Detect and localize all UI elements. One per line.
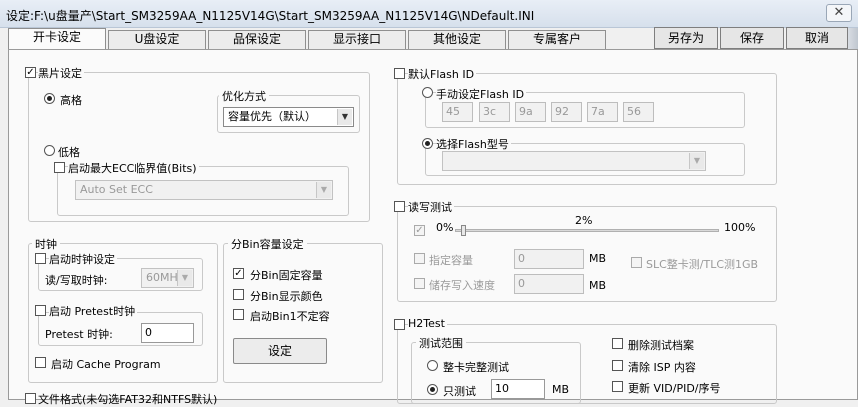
clock-legend: 时钟 — [32, 236, 60, 252]
tab-quality[interactable]: 品保设定 — [208, 30, 306, 49]
partial-test-label: 只测试 — [443, 385, 476, 398]
cache-speed-input[interactable]: 0 — [514, 274, 584, 294]
optimize-legend: 优化方式 — [219, 88, 269, 104]
title-bar: 设定:F:\u盘量产\Start_SM3259AA_N1125V14G\Star… — [0, 0, 858, 28]
file-format-label: 文件格式(未勾选FAT32和NTFS默认) — [38, 393, 218, 406]
rw-test-slider-thumb[interactable] — [461, 225, 466, 236]
clear-isp-label: 清除 ISP 内容 — [628, 361, 696, 374]
progress-current-label: 2% — [575, 214, 593, 227]
pretest-clock-label: Pretest 时钟: — [45, 328, 113, 341]
flash-settings-legend: 黑片设定 — [38, 65, 84, 81]
save-as-button[interactable]: 另存为 — [654, 27, 718, 49]
tab-customer[interactable]: 专属客户 — [508, 30, 606, 49]
bin-color-checkbox[interactable] — [233, 289, 244, 300]
low-format-radio[interactable] — [44, 145, 55, 156]
full-test-label: 整卡完整测试 — [443, 361, 509, 374]
clock-enable-checkbox[interactable] — [35, 253, 46, 264]
capacity-input[interactable]: 0 — [514, 249, 584, 269]
capacity-label: 指定容量 — [429, 254, 473, 267]
flash-id-byte-3[interactable]: 9a — [515, 102, 546, 122]
bin1-checkbox[interactable] — [233, 309, 244, 320]
rw-test-legend: 读写测试 — [408, 199, 454, 215]
ecc-enable-label: 启动最大ECC临界值(Bits) — [68, 160, 199, 176]
vid-pid-label: 更新 VID/PID/序号 — [628, 382, 721, 395]
slc-checkbox[interactable] — [631, 257, 642, 268]
bin-fixed-label: 分Bin固定容量 — [250, 269, 323, 282]
cache-speed-checkbox[interactable] — [414, 278, 425, 289]
select-flash-model-label: 选择Flash型号 — [436, 136, 511, 152]
partial-test-input[interactable]: 10 — [491, 379, 545, 399]
flash-id-byte-6[interactable]: 56 — [623, 102, 654, 122]
progress-max-label: 100% — [724, 221, 756, 234]
tab-udisk[interactable]: U盘设定 — [108, 30, 206, 49]
full-test-radio[interactable] — [427, 360, 438, 371]
clock-enable-label: 启动时钟设定 — [49, 251, 117, 267]
flash-id-byte-2[interactable]: 3c — [479, 102, 510, 122]
close-button[interactable]: ✕ — [826, 4, 852, 22]
partial-test-unit: MB — [552, 383, 570, 396]
tab-other[interactable]: 其他设定 — [408, 30, 506, 49]
low-format-label: 低格 — [58, 146, 80, 159]
capacity-unit: MB — [589, 252, 607, 265]
rw-clock-label: 读/写取时钟: — [45, 274, 108, 287]
h2test-legend: H2Test — [408, 317, 447, 330]
pretest-clock-input[interactable]: 0 — [141, 323, 194, 343]
delete-files-label: 删除测试档案 — [628, 339, 694, 352]
select-flash-model-radio[interactable] — [422, 138, 433, 149]
optimize-value: 容量优先（默认） — [228, 110, 316, 123]
chevron-down-icon: ▼ — [177, 270, 192, 286]
ecc-value: Auto Set ECC — [80, 183, 153, 196]
flash-id-byte-5[interactable]: 7a — [587, 102, 618, 122]
h2test-checkbox[interactable] — [394, 319, 405, 330]
pretest-enable-label: 启动 Pretest时钟 — [49, 303, 138, 319]
bin-legend: 分Bin容量设定 — [228, 236, 307, 252]
clear-isp-checkbox[interactable] — [612, 360, 623, 371]
rw-clock-select[interactable]: 60MHz ▼ — [141, 268, 194, 288]
manual-flash-id-radio[interactable] — [422, 87, 433, 98]
cache-program-checkbox[interactable] — [35, 357, 46, 368]
window-title: 设定:F:\u盘量产\Start_SM3259AA_N1125V14G\Star… — [6, 9, 535, 23]
bin1-label: 启动Bin1不定容 — [250, 310, 330, 323]
save-button[interactable]: 保存 — [720, 27, 784, 49]
delete-files-checkbox[interactable] — [612, 338, 623, 349]
bin-set-button[interactable]: 设定 — [233, 338, 327, 364]
high-format-label: 高格 — [60, 94, 82, 107]
high-format-radio[interactable] — [44, 93, 55, 104]
cache-program-label: 启动 Cache Program — [51, 358, 161, 371]
rw-test-slider-track[interactable] — [455, 225, 719, 236]
bin-color-label: 分Bin显示颜色 — [250, 290, 323, 303]
file-format-checkbox[interactable] — [25, 393, 36, 404]
tab-card-open[interactable]: 开卡设定 — [8, 28, 106, 49]
test-range-legend: 测试范围 — [416, 335, 466, 351]
chevron-down-icon: ▼ — [689, 153, 704, 169]
ecc-enable-checkbox[interactable] — [54, 162, 65, 173]
chevron-down-icon: ▼ — [337, 109, 352, 125]
flash-model-select[interactable]: ▼ — [442, 151, 706, 171]
flash-id-byte-1[interactable]: 45 — [442, 102, 473, 122]
default-flash-id-legend: 默认Flash ID — [408, 66, 477, 82]
flash-id-byte-4[interactable]: 92 — [551, 102, 582, 122]
tab-display[interactable]: 显示接口 — [308, 30, 406, 49]
vid-pid-checkbox[interactable] — [612, 381, 623, 392]
cache-speed-label: 储存写入速度 — [429, 279, 495, 292]
default-flash-id-checkbox[interactable] — [394, 68, 405, 79]
progress-min-label: 0% — [436, 221, 454, 234]
manual-flash-id-label: 手动设定Flash ID — [436, 86, 527, 102]
bin-fixed-checkbox[interactable]: ✓ — [233, 268, 244, 279]
capacity-checkbox[interactable] — [414, 253, 425, 264]
optimize-select[interactable]: 容量优先（默认） ▼ — [223, 107, 354, 127]
ecc-select[interactable]: Auto Set ECC ▼ — [75, 180, 333, 200]
cancel-button[interactable]: 取消 — [786, 27, 848, 49]
slc-label: SLC整卡测/TLC测1GB — [646, 258, 759, 271]
rw-test-checkbox[interactable] — [394, 201, 405, 212]
flash-settings-checkbox[interactable]: ✓ — [25, 67, 36, 78]
tab-bar: 开卡设定 U盘设定 品保设定 显示接口 其他设定 专属客户 — [8, 28, 624, 50]
cache-speed-unit: MB — [589, 279, 607, 292]
partial-test-radio[interactable] — [427, 384, 438, 395]
rw-test-slider-checkbox[interactable]: ✓ — [414, 225, 425, 236]
close-icon: ✕ — [833, 5, 845, 20]
pretest-enable-checkbox[interactable] — [35, 305, 46, 316]
chevron-down-icon: ▼ — [316, 182, 331, 198]
